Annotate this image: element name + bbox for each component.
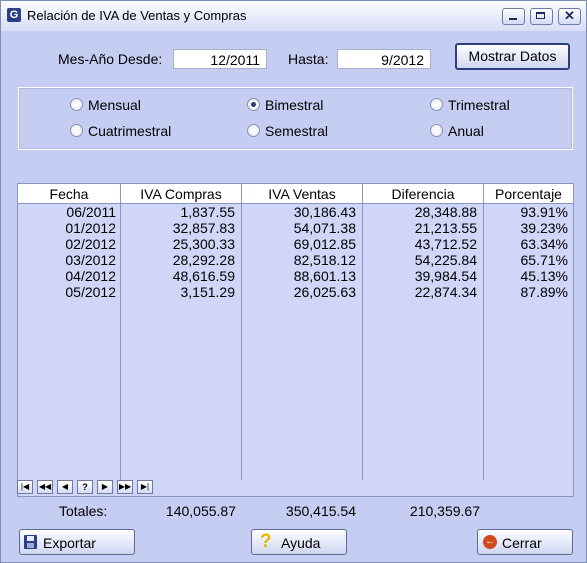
cell-iva-ventas[interactable]: 54,071.38 — [242, 220, 356, 236]
prior-page-button[interactable]: ◀◀ — [37, 480, 53, 494]
radio-anual[interactable] — [430, 124, 443, 137]
first-record-button[interactable]: |◀ — [17, 480, 33, 494]
cell-diferencia[interactable]: 22,874.34 — [363, 284, 477, 300]
close-button[interactable]: ✕ — [558, 8, 581, 25]
help-icon: ? — [82, 482, 88, 492]
cell-porcentaje[interactable]: 45.13% — [484, 268, 568, 284]
table-row[interactable]: 04/2012 48,616.59 88,601.13 39,984.54 45.13% — [18, 268, 573, 284]
cell-fecha[interactable]: 04/2012 — [18, 268, 116, 284]
cell-diferencia[interactable]: 39,984.54 — [363, 268, 477, 284]
radio-label-bimestral[interactable]: Bimestral — [265, 97, 323, 113]
window-title: Relación de IVA de Ventas y Compras — [27, 8, 247, 23]
grid-header: Fecha IVA Compras IVA Ventas Diferencia … — [18, 184, 573, 204]
totals-label: Totales: — [59, 503, 108, 519]
cell-iva-ventas[interactable]: 26,025.63 — [242, 284, 356, 300]
cell-iva-compras[interactable]: 48,616.59 — [121, 268, 235, 284]
desde-label: Mes-Año Desde: — [58, 51, 163, 67]
cell-diferencia[interactable]: 43,712.52 — [363, 236, 477, 252]
cell-porcentaje[interactable]: 63.34% — [484, 236, 568, 252]
next-page-button[interactable]: ▶▶ — [117, 480, 133, 494]
navigator-help-button[interactable]: ? — [77, 480, 93, 494]
next-page-icon: ▶▶ — [118, 482, 132, 491]
cell-iva-ventas[interactable]: 30,186.43 — [242, 204, 356, 220]
first-icon: |◀ — [20, 482, 30, 491]
cell-fecha[interactable]: 05/2012 — [18, 284, 116, 300]
radio-label-anual[interactable]: Anual — [448, 123, 484, 139]
ayuda-label: Ayuda — [281, 535, 321, 551]
cerrar-label: Cerrar — [502, 535, 542, 551]
column-header-porcentaje[interactable]: Porcentaje — [484, 186, 573, 202]
prior-record-button[interactable]: ◀ — [57, 480, 73, 494]
desde-input[interactable]: 12/2011 — [173, 49, 267, 69]
column-header-fecha[interactable]: Fecha — [18, 186, 120, 202]
cell-iva-ventas[interactable]: 88,601.13 — [242, 268, 356, 284]
total-diferencia: 210,359.67 — [409, 503, 480, 519]
title-bar[interactable]: G Relación de IVA de Ventas y Compras ✕ — [1, 1, 586, 31]
table-row[interactable]: 06/2011 1,837.55 30,186.43 28,348.88 93.91% — [18, 204, 573, 220]
table-row[interactable]: 01/2012 32,857.83 54,071.38 21,213.55 39.23% — [18, 220, 573, 236]
last-record-button[interactable]: ▶| — [137, 480, 153, 494]
cell-fecha[interactable]: 02/2012 — [18, 236, 116, 252]
table-row[interactable]: 03/2012 28,292.28 82,518.12 54,225.84 65.71% — [18, 252, 573, 268]
last-icon: ▶| — [140, 482, 150, 491]
minimize-button[interactable] — [502, 8, 525, 25]
radio-trimestral[interactable] — [430, 98, 443, 111]
cell-fecha[interactable]: 06/2011 — [18, 204, 116, 220]
close-icon: ✕ — [564, 8, 575, 23]
exportar-button[interactable]: Exportar — [19, 529, 135, 555]
next-icon: ▶ — [101, 482, 109, 491]
column-header-iva-compras[interactable]: IVA Compras — [121, 186, 241, 202]
maximize-icon — [536, 12, 545, 19]
column-header-iva-ventas[interactable]: IVA Ventas — [242, 186, 362, 202]
table-row[interactable]: 05/2012 3,151.29 26,025.63 22,874.34 87.89% — [18, 284, 573, 300]
cell-iva-compras[interactable]: 25,300.33 — [121, 236, 235, 252]
radio-semestral[interactable] — [247, 124, 260, 137]
app-icon: G — [7, 8, 21, 22]
radio-label-semestral[interactable]: Semestral — [265, 123, 328, 139]
next-record-button[interactable]: ▶ — [97, 480, 113, 494]
cell-porcentaje[interactable]: 93.91% — [484, 204, 568, 220]
cell-fecha[interactable]: 01/2012 — [18, 220, 116, 236]
cell-porcentaje[interactable]: 65.71% — [484, 252, 568, 268]
ayuda-button[interactable]: ? Ayuda — [251, 529, 347, 555]
table-row[interactable]: 02/2012 25,300.33 69,012.85 43,712.52 63.34% — [18, 236, 573, 252]
total-iva-compras: 140,055.87 — [165, 503, 236, 519]
radio-label-trimestral[interactable]: Trimestral — [448, 97, 510, 113]
prior-page-icon: ◀◀ — [38, 482, 52, 491]
mostrar-datos-button[interactable]: Mostrar Datos — [455, 43, 570, 70]
cell-iva-compras[interactable]: 1,837.55 — [121, 204, 236, 220]
cell-fecha[interactable]: 03/2012 — [18, 252, 116, 268]
maximize-button[interactable] — [530, 8, 553, 25]
total-iva-ventas: 350,415.54 — [285, 503, 356, 519]
cell-diferencia[interactable]: 54,225.84 — [363, 252, 477, 268]
exportar-label: Exportar — [43, 535, 96, 551]
floppy-disk-icon — [24, 535, 37, 549]
radio-bimestral[interactable] — [247, 98, 260, 111]
cell-iva-compras[interactable]: 28,292.28 — [121, 252, 235, 268]
cell-iva-ventas[interactable]: 69,012.85 — [242, 236, 356, 252]
cell-diferencia[interactable]: 21,213.55 — [363, 220, 477, 236]
radio-cuatrimestral[interactable] — [70, 124, 83, 137]
question-mark-icon: ? — [260, 531, 272, 552]
hasta-label: Hasta: — [288, 51, 329, 67]
close-circle-icon: ← — [483, 535, 497, 549]
cell-iva-compras[interactable]: 3,151.29 — [121, 284, 236, 300]
radio-label-cuatrimestral[interactable]: Cuatrimestral — [88, 123, 171, 139]
cell-iva-compras[interactable]: 32,857.83 — [121, 220, 235, 236]
hasta-input[interactable]: 9/2012 — [337, 49, 431, 69]
minimize-icon — [509, 18, 517, 20]
cell-iva-ventas[interactable]: 82,518.12 — [242, 252, 356, 268]
cell-porcentaje[interactable]: 87.89% — [484, 284, 568, 300]
radio-mensual[interactable] — [70, 98, 83, 111]
prior-icon: ◀ — [61, 482, 69, 491]
iva-report-window: G Relación de IVA de Ventas y Compras ✕ … — [0, 0, 587, 563]
cell-porcentaje[interactable]: 39.23% — [484, 220, 568, 236]
data-grid[interactable]: Fecha IVA Compras IVA Ventas Diferencia … — [17, 183, 574, 497]
cell-diferencia[interactable]: 28,348.88 — [363, 204, 477, 220]
radio-label-mensual[interactable]: Mensual — [88, 97, 141, 113]
column-header-diferencia[interactable]: Diferencia — [363, 186, 483, 202]
cerrar-button[interactable]: ← Cerrar — [477, 529, 573, 555]
